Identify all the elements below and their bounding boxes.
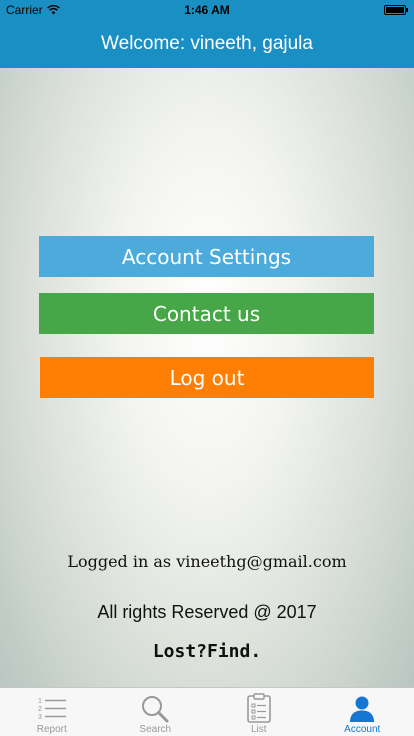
tab-report[interactable]: 1 2 3 Report — [0, 688, 104, 736]
tab-search-label: Search — [139, 724, 172, 735]
person-icon — [350, 696, 375, 722]
welcome-title: Welcome: vineeth, gajula — [101, 33, 313, 54]
log-out-button[interactable]: Log out — [40, 357, 374, 398]
contact-us-button[interactable]: Contact us — [39, 293, 374, 334]
svg-text:3: 3 — [38, 714, 42, 721]
tab-list[interactable]: List — [207, 688, 311, 736]
numbered-list-icon: 1 2 3 — [38, 698, 66, 721]
tab-report-label: Report — [36, 724, 67, 735]
status-bar: Carrier 1:46 AM — [0, 0, 414, 20]
welcome-header: Welcome: vineeth, gajula — [0, 20, 414, 68]
battery-icon — [384, 5, 408, 15]
tab-search[interactable]: Search — [104, 688, 208, 736]
tab-list-label: List — [250, 724, 267, 735]
rights-text: All rights Reserved @ 2017 — [97, 602, 317, 622]
brand-text: Lost?Find. — [152, 641, 262, 662]
account-settings-button[interactable]: Account Settings — [39, 236, 374, 277]
tab-account-label: Account — [344, 724, 381, 735]
logged-in-text: Logged in as vineethg@gmail.com — [67, 552, 347, 571]
svg-text:1: 1 — [38, 698, 42, 705]
magnifier-icon — [142, 696, 169, 723]
clipboard-icon — [246, 693, 271, 723]
tab-account[interactable]: Account — [311, 688, 414, 736]
tab-bar: 1 2 3 Report Search List Account — [0, 687, 414, 736]
svg-text:2: 2 — [38, 706, 42, 713]
status-time: 1:46 AM — [184, 3, 230, 17]
